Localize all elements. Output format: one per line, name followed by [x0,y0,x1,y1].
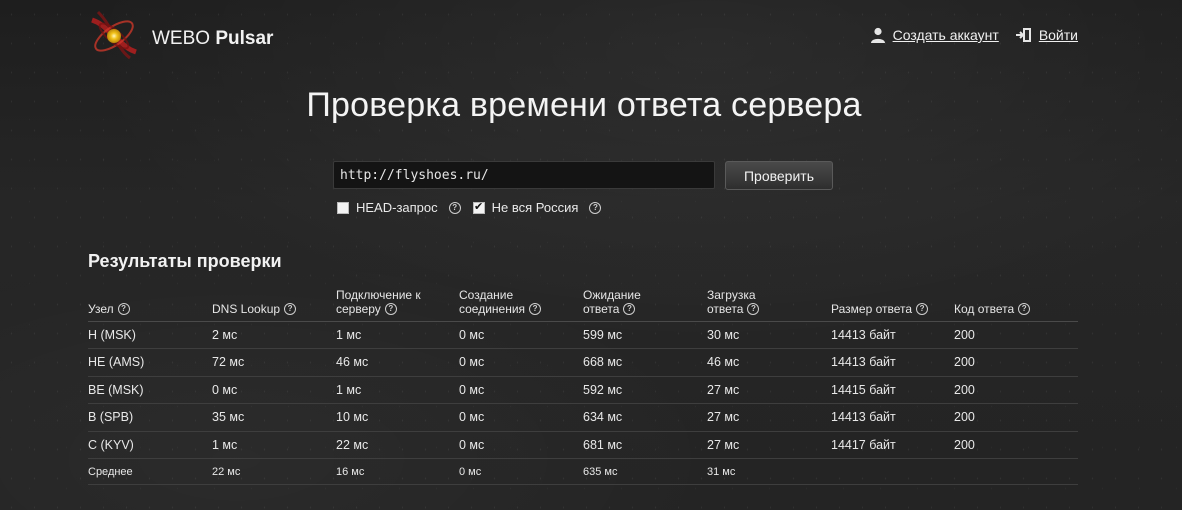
help-icon[interactable]: ? [747,303,760,316]
not-all-russia-checkbox[interactable]: ✔ [472,201,485,214]
cell-node: H (MSK) [88,321,212,349]
header-wait-response: Ожидание ответа? [583,283,707,322]
check-form: Проверить [333,161,833,190]
results-title: Результаты проверки [88,251,282,271]
cell-code: 200 [954,431,1078,459]
cell-load: 46 мс [707,348,831,377]
cell-connect: 10 мс [336,403,459,432]
cell-node: B (SPB) [88,403,212,432]
cell-dns: 1 мс [212,431,336,459]
cell-code: 200 [954,348,1078,377]
cell-avg-load: 31 мс [707,458,831,485]
cell-avg-create: 0 мс [459,458,583,485]
help-icon[interactable]: ? [117,303,130,316]
cell-node: BE (MSK) [88,376,212,404]
table-header-row: Узел? DNS Lookup? Подключение к серверу? … [88,283,1078,322]
cell-size: 14415 байт [831,376,954,404]
pulsar-logo-icon [91,10,137,60]
cell-wait: 634 мс [583,403,707,432]
table-row: BE (MSK) 0 мс 1 мс 0 мс 592 мс 27 мс 144… [88,376,1078,404]
head-request-checkbox[interactable] [337,201,349,214]
cell-load: 30 мс [707,321,831,349]
cell-avg-wait: 635 мс [583,458,707,485]
average-row: Среднее 22 мс 16 мс 0 мс 635 мс 31 мс [88,458,1078,485]
url-input[interactable] [333,161,715,189]
help-icon[interactable]: ? [916,303,929,316]
cell-wait: 599 мс [583,321,707,349]
cell-connect: 1 мс [336,376,459,404]
header-node: Узел? [88,283,212,322]
logo-text-bold: Pulsar [215,28,274,49]
cell-code: 200 [954,403,1078,432]
help-icon[interactable]: ? [384,303,397,316]
help-icon[interactable]: ? [284,303,297,316]
cell-wait: 592 мс [583,376,707,404]
cell-size: 14413 байт [831,348,954,377]
header-create-connection: Создание соединения? [459,283,583,322]
create-account-link-group: Создать аккаунт [869,26,999,44]
cell-dns: 0 мс [212,376,336,404]
top-links: Создать аккаунт Войти [869,26,1078,44]
create-account-link[interactable]: Создать аккаунт [893,27,999,43]
help-icon[interactable]: ? [529,303,542,316]
cell-wait: 668 мс [583,348,707,377]
cell-create: 0 мс [459,403,583,432]
cell-average-label: Среднее [88,458,212,485]
login-door-icon [1015,28,1031,42]
table-row: HE (AMS) 72 мс 46 мс 0 мс 668 мс 46 мс 1… [88,348,1078,377]
header-response-code: Код ответа? [954,283,1078,322]
header-dns-lookup: DNS Lookup? [212,283,336,322]
cell-code: 200 [954,321,1078,349]
results-table: Узел? DNS Lookup? Подключение к серверу? … [88,283,1078,485]
table-row: C (KYV) 1 мс 22 мс 0 мс 681 мс 27 мс 144… [88,431,1078,459]
check-button[interactable]: Проверить [725,161,833,190]
check-options: HEAD-запрос ? ✔ Не вся Россия ? [337,200,602,215]
table-row: H (MSK) 2 мс 1 мс 0 мс 599 мс 30 мс 1441… [88,321,1078,349]
head-request-label: HEAD-запрос [356,200,438,215]
not-all-russia-option[interactable]: ✔ Не вся Россия ? [472,200,602,215]
cell-node: HE (AMS) [88,348,212,377]
cell-connect: 22 мс [336,431,459,459]
login-link[interactable]: Войти [1039,27,1078,43]
header-load-response: Загрузка ответа? [707,283,831,322]
cell-avg-dns: 22 мс [212,458,336,485]
cell-create: 0 мс [459,321,583,349]
cell-dns: 72 мс [212,348,336,377]
not-all-russia-label: Не вся Россия [491,200,579,215]
head-request-option[interactable]: HEAD-запрос ? [337,200,461,215]
cell-load: 27 мс [707,431,831,459]
cell-load: 27 мс [707,376,831,404]
cell-node: C (KYV) [88,431,212,459]
cell-size: 14417 байт [831,431,954,459]
cell-load: 27 мс [707,403,831,432]
table-row: B (SPB) 35 мс 10 мс 0 мс 634 мс 27 мс 14… [88,403,1078,432]
header-connect: Подключение к серверу? [336,283,459,322]
cell-avg-connect: 16 мс [336,458,459,485]
cell-avg-size [831,458,954,485]
login-link-group: Войти [1015,26,1078,44]
help-icon[interactable]: ? [1018,303,1031,316]
cell-code: 200 [954,376,1078,404]
cell-create: 0 мс [459,376,583,404]
cell-create: 0 мс [459,348,583,377]
cell-dns: 2 мс [212,321,336,349]
help-icon[interactable]: ? [589,201,602,214]
help-icon[interactable]: ? [623,303,636,316]
cell-connect: 1 мс [336,321,459,349]
cell-connect: 46 мс [336,348,459,377]
user-icon [870,27,885,43]
page-title: Проверка времени ответа сервера [306,86,862,124]
cell-dns: 35 мс [212,403,336,432]
cell-wait: 681 мс [583,431,707,459]
cell-avg-code [954,458,1078,485]
logo[interactable]: WEBO Pulsar [84,6,274,62]
cell-size: 14413 байт [831,403,954,432]
cell-size: 14413 байт [831,321,954,349]
header: WEBO Pulsar Создать аккаунт Войти [0,0,1182,70]
logo-text: WEBO Pulsar [152,28,273,50]
header-response-size: Размер ответа? [831,283,954,322]
cell-create: 0 мс [459,431,583,459]
help-icon[interactable]: ? [448,201,461,214]
logo-text-regular: WEBO [152,28,211,49]
